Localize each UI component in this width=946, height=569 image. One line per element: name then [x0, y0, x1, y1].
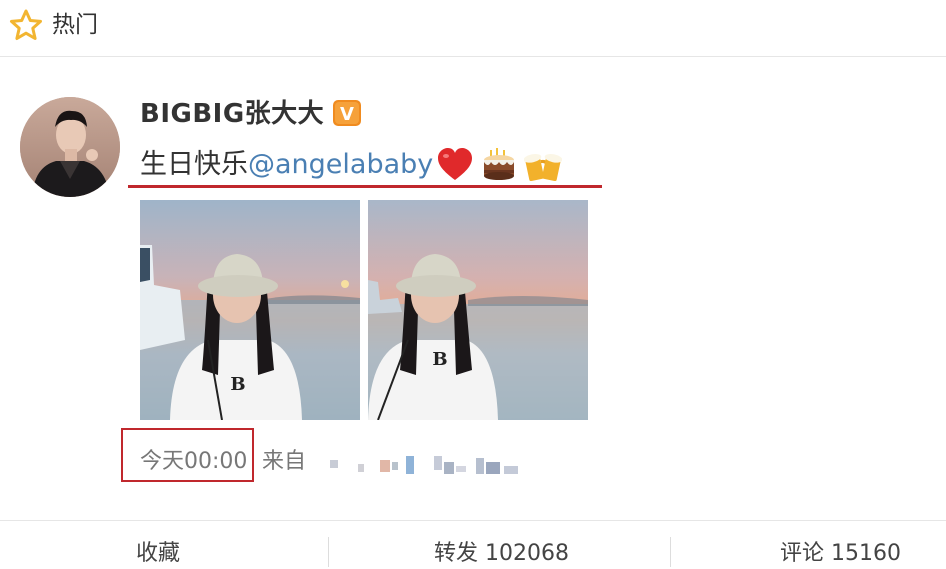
beer-mugs-icon — [524, 153, 562, 182]
verified-badge-icon: V — [333, 100, 361, 126]
post-text: 生日快乐@angelababy — [140, 145, 433, 185]
divider — [670, 537, 671, 567]
heart-emoji-icon — [438, 148, 472, 180]
favorite-button[interactable]: 收藏 — [136, 539, 180, 569]
avatar[interactable] — [20, 97, 120, 197]
post-image-1[interactable]: B — [140, 200, 360, 420]
post-image-2[interactable]: B — [368, 200, 588, 420]
highlight-underline — [128, 185, 602, 188]
page-title: 热门 — [52, 12, 98, 38]
top-bar: 热门 — [0, 0, 946, 57]
source-label: 来自 — [262, 449, 307, 474]
mention-link[interactable]: @angelababy — [248, 149, 433, 180]
birthday-cake-icon — [484, 148, 514, 180]
post-text-prefix: 生日快乐 — [140, 149, 248, 180]
svg-text:B: B — [432, 349, 447, 370]
post-time[interactable]: 今天00:00 — [140, 447, 247, 477]
comment-button[interactable]: 评论 15160 — [780, 539, 901, 569]
repost-button[interactable]: 转发 102068 — [434, 539, 569, 569]
svg-text:B: B — [230, 374, 245, 395]
avatar-image — [20, 97, 120, 197]
star-icon[interactable] — [9, 9, 43, 41]
svg-text:V: V — [340, 104, 354, 125]
source-blurred — [330, 456, 518, 474]
author-name[interactable]: BIGBIG张大大 — [140, 96, 324, 132]
divider — [328, 537, 329, 567]
action-bar: 收藏 转发 102068 评论 15160 — [0, 520, 946, 567]
